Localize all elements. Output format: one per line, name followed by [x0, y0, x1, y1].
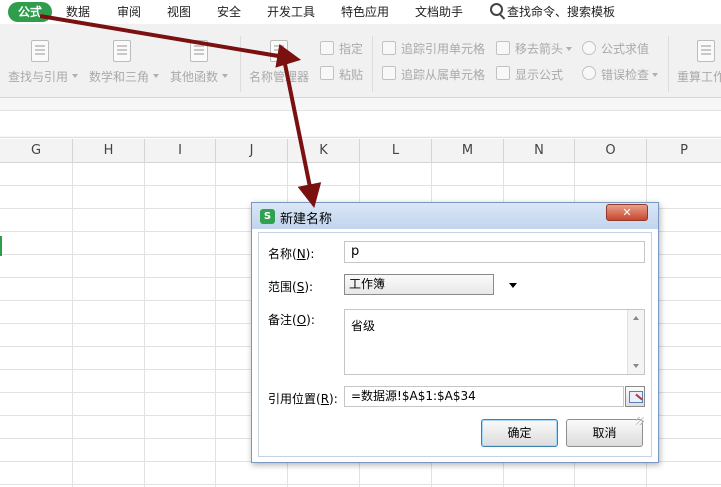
chevron-down-icon — [153, 74, 159, 78]
column-header[interactable]: I — [145, 139, 216, 163]
column-header[interactable]: G — [0, 139, 73, 163]
remove-arrows-icon — [496, 41, 510, 55]
formula-bar-area — [0, 98, 721, 138]
menu-bar: 公式 数据 审阅 视图 安全 开发工具 特色应用 文档助手 查找命令、搜索模板 — [0, 0, 721, 24]
chevron-down-icon — [222, 74, 228, 78]
search-icon[interactable] — [490, 3, 503, 16]
tab-view[interactable]: 视图 — [167, 3, 191, 20]
error-check-icon — [582, 66, 596, 80]
dialog-title: 新建名称 — [280, 212, 333, 227]
column-header[interactable]: J — [216, 139, 288, 163]
ribbon-toolbar: 查找与引用 数学和三角 其他函数 名称管理器 指定 粘贴 追踪引用单元格 追踪从… — [0, 24, 721, 98]
more-functions-icon — [190, 40, 208, 62]
chevron-down-icon — [566, 47, 572, 51]
error-check-button[interactable]: 错误检查 — [601, 66, 649, 83]
scope-label: 范围(S): — [268, 280, 314, 294]
scroll-down-icon[interactable] — [633, 364, 639, 368]
name-label: 名称(N): — [268, 247, 315, 261]
paste-button[interactable]: 粘贴 — [339, 66, 363, 83]
math-icon — [113, 40, 131, 62]
ribbon-divider — [372, 36, 373, 92]
show-formulas-button[interactable]: 显示公式 — [515, 66, 563, 83]
evaluate-formula-icon — [582, 41, 596, 55]
recalculate-button[interactable]: 重算工作 — [677, 68, 721, 85]
selection-edge-marker — [0, 236, 2, 256]
tab-formula[interactable]: 公式 — [8, 2, 53, 22]
dialog-title-bar[interactable]: S 新建名称 ✕ — [252, 203, 658, 229]
more-functions-button[interactable]: 其他函数 — [170, 68, 218, 85]
scroll-up-icon[interactable] — [633, 316, 639, 320]
tab-developer[interactable]: 开发工具 — [267, 3, 315, 20]
trace-dependents-icon — [382, 66, 396, 80]
name-input[interactable]: p — [344, 241, 645, 263]
column-header[interactable]: O — [575, 139, 647, 163]
grid-line — [0, 484, 721, 485]
column-header[interactable]: K — [288, 139, 360, 163]
cancel-button[interactable]: 取消 — [566, 419, 643, 447]
ribbon-divider — [668, 36, 669, 92]
new-name-dialog: S 新建名称 ✕ 名称(N): 范围(S): 备注(O): 引用位置(R): p… — [251, 202, 659, 463]
assign-icon — [320, 41, 334, 55]
name-manager-icon — [270, 40, 288, 62]
trace-dependents-button[interactable]: 追踪从属单元格 — [401, 66, 485, 83]
trace-precedents-button[interactable]: 追踪引用单元格 — [401, 40, 485, 57]
column-header[interactable]: P — [647, 139, 721, 163]
scope-select[interactable]: 工作簿 — [344, 274, 494, 295]
comment-label: 备注(O): — [268, 313, 315, 327]
tab-data[interactable]: 数据 — [66, 3, 90, 20]
formula-bar[interactable] — [0, 110, 721, 136]
lookup-reference-button[interactable]: 查找与引用 — [8, 68, 68, 85]
trace-precedents-icon — [382, 41, 396, 55]
assign-button[interactable]: 指定 — [339, 40, 363, 57]
refers-to-input[interactable]: =数据源!$A$1:$A$34 — [344, 386, 624, 407]
chevron-down-icon — [72, 74, 78, 78]
comment-textarea[interactable]: 省级 — [344, 309, 645, 375]
close-button[interactable]: ✕ — [606, 204, 648, 221]
recalculate-icon — [697, 40, 715, 62]
comment-text: 省级 — [351, 319, 376, 333]
column-header[interactable]: L — [360, 139, 432, 163]
math-trig-button[interactable]: 数学和三角 — [89, 68, 149, 85]
paste-icon — [320, 66, 334, 80]
column-header[interactable]: M — [432, 139, 504, 163]
ok-button[interactable]: 确定 — [481, 419, 558, 447]
wps-logo-icon: S — [260, 209, 275, 224]
show-formulas-icon — [496, 66, 510, 80]
tab-review[interactable]: 审阅 — [117, 3, 141, 20]
close-icon: ✕ — [622, 206, 632, 219]
chevron-down-icon — [652, 73, 658, 77]
grid-line — [0, 185, 721, 186]
chevron-down-icon — [509, 283, 517, 288]
remove-arrows-button[interactable]: 移去箭头 — [515, 40, 563, 57]
lookup-icon — [31, 40, 49, 62]
resize-grip-icon[interactable] — [636, 417, 644, 425]
column-header-row: G H I J K L M N O P — [0, 139, 721, 163]
ribbon-divider — [240, 36, 241, 92]
refers-to-label: 引用位置(R): — [268, 392, 338, 406]
tab-security[interactable]: 安全 — [217, 3, 241, 20]
range-picker-icon[interactable] — [625, 386, 645, 407]
evaluate-formula-button[interactable]: 公式求值 — [601, 40, 649, 57]
tab-special-apps[interactable]: 特色应用 — [341, 3, 389, 20]
comment-scrollbar[interactable] — [627, 310, 644, 374]
column-header[interactable]: H — [73, 139, 145, 163]
tab-doc-assistant[interactable]: 文档助手 — [415, 3, 463, 20]
command-search[interactable]: 查找命令、搜索模板 — [507, 3, 615, 20]
name-manager-button[interactable]: 名称管理器 — [249, 68, 309, 85]
column-header[interactable]: N — [504, 139, 575, 163]
